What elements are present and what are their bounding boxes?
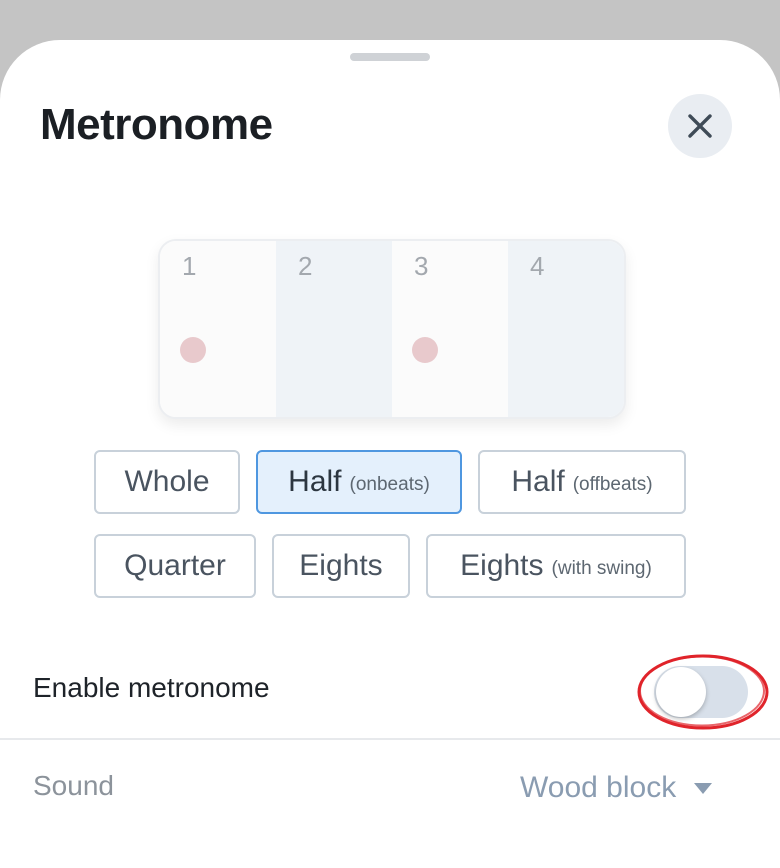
- beat-grid: 1 2 3 4: [158, 239, 626, 419]
- beat-4[interactable]: 4: [508, 241, 624, 417]
- divider: [0, 738, 780, 740]
- beat-number: 2: [298, 251, 313, 281]
- toggle-knob: [656, 667, 706, 717]
- pattern-label: Half: [511, 465, 565, 498]
- pattern-eights-swing-button[interactable]: Eights (with swing): [426, 534, 686, 598]
- sheet-title: Metronome: [40, 100, 273, 149]
- background-content: [40, 0, 240, 28]
- beat-number: 4: [530, 251, 545, 281]
- pattern-eights-button[interactable]: Eights: [272, 534, 410, 598]
- beat-1[interactable]: 1: [160, 241, 276, 417]
- pattern-sublabel: (with swing): [551, 558, 652, 579]
- sound-label: Sound: [33, 770, 114, 801]
- pattern-label: Half: [288, 465, 342, 498]
- sound-select[interactable]: Wood block: [520, 766, 713, 810]
- beat-dot: [412, 337, 438, 363]
- enable-metronome-label: Enable metronome: [33, 672, 270, 703]
- enable-metronome-toggle[interactable]: [654, 666, 748, 718]
- pattern-sublabel: (onbeats): [349, 474, 430, 495]
- sound-select-value: Wood block: [520, 771, 677, 804]
- pattern-label: Eights: [299, 549, 383, 582]
- pattern-whole-button[interactable]: Whole: [94, 450, 240, 514]
- pattern-label: Whole: [124, 465, 210, 498]
- pattern-label: Eights: [460, 549, 544, 582]
- close-icon: [688, 114, 712, 138]
- pattern-half-offbeats-button[interactable]: Half (offbeats): [478, 450, 686, 514]
- bottom-sheet: Metronome 1 2 3 4 Whole Half (onbeats) H…: [0, 40, 780, 868]
- pattern-half-onbeats-button[interactable]: Half (onbeats): [256, 450, 462, 514]
- close-button[interactable]: [668, 94, 732, 158]
- beat-3[interactable]: 3: [392, 241, 508, 417]
- pattern-quarter-button[interactable]: Quarter: [94, 534, 256, 598]
- beat-2[interactable]: 2: [276, 241, 392, 417]
- beat-number: 3: [414, 251, 429, 281]
- drag-handle[interactable]: [350, 53, 430, 61]
- beat-number: 1: [182, 251, 197, 281]
- beat-dot: [180, 337, 206, 363]
- pattern-label: Quarter: [124, 549, 226, 582]
- chevron-down-icon: [694, 782, 713, 794]
- pattern-sublabel: (offbeats): [572, 474, 653, 495]
